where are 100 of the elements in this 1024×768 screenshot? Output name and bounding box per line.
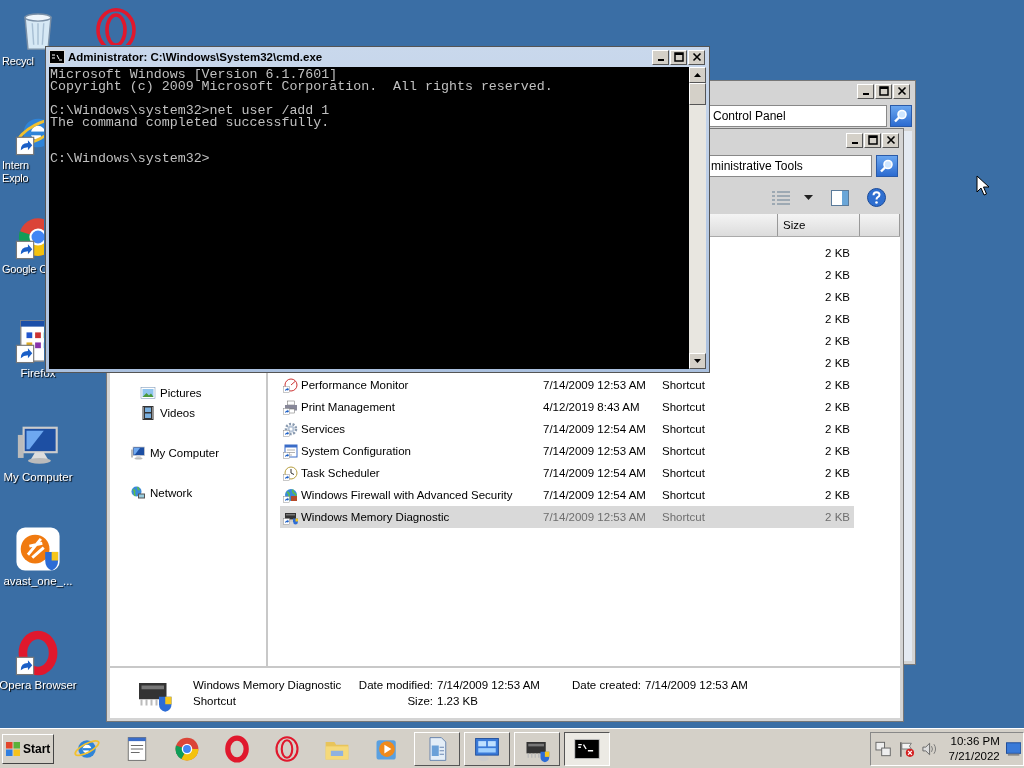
speaker-icon[interactable] xyxy=(921,739,939,758)
file-type: Shortcut xyxy=(662,489,705,501)
preview-pane-icon[interactable] xyxy=(831,189,849,206)
file-type: Shortcut xyxy=(662,467,705,479)
settings-window-icon xyxy=(283,443,299,459)
file-size: 2 KB xyxy=(825,445,850,457)
nav-item[interactable]: Videos xyxy=(110,403,266,423)
globe-icon xyxy=(283,487,299,503)
help-icon[interactable] xyxy=(867,188,886,207)
file-size: 2 KB xyxy=(825,357,850,369)
file-row[interactable]: Windows Memory Diagnostic 7/14/2009 12:53 AM Shortcut 2 KB xyxy=(280,506,854,528)
file-name: Windows Firewall with Advanced Security xyxy=(301,489,513,501)
file-date: 7/14/2009 12:53 AM xyxy=(543,445,646,457)
shield-app-icon[interactable] xyxy=(15,526,61,572)
arrow-down-icon[interactable] xyxy=(694,359,701,363)
o-ring-icon xyxy=(223,734,251,763)
file-type: Shortcut xyxy=(662,401,705,413)
file-row[interactable]: Services 7/14/2009 12:54 AM Shortcut 2 KB xyxy=(280,418,854,440)
minimize-icon xyxy=(657,59,664,61)
nav-item[interactable]: Pictures xyxy=(110,383,266,403)
details-value: 1.23 KB xyxy=(437,695,479,707)
close-button[interactable] xyxy=(893,83,910,99)
file-row[interactable]: Print Management 4/12/2019 8:43 AM Shortcut 2 KB xyxy=(280,396,854,418)
close-button[interactable] xyxy=(688,49,705,65)
file-date: 7/14/2009 12:54 AM xyxy=(543,467,646,479)
console-text: Microsoft Windows [Version 6.1.7601] Copyright (c) 2009 Microsoft Corporation. All rights reserved. C:\Windows\system32>net user /add 1 The command completed successfully. C:\Windows\system32> xyxy=(49,67,554,168)
clock-icon xyxy=(283,465,299,481)
icon-label: Opera Browser xyxy=(0,679,77,692)
o-ring-icon xyxy=(273,734,301,763)
gauge-icon xyxy=(283,377,299,393)
app-window-icon[interactable] xyxy=(15,318,44,364)
maximize-button[interactable] xyxy=(875,83,892,99)
details-label: Size: xyxy=(406,695,433,707)
minimize-icon xyxy=(851,142,858,144)
file-name: System Configuration xyxy=(301,445,411,457)
flag-alert-icon[interactable] xyxy=(898,739,916,758)
icon-label: Intern Explo xyxy=(1,159,29,185)
icon-label: Recycl xyxy=(1,55,34,68)
maximize-icon xyxy=(673,52,684,62)
address-bar[interactable]: ministrative Tools xyxy=(710,155,872,177)
file-name: Print Management xyxy=(301,401,395,413)
caret-icon[interactable] xyxy=(804,194,813,201)
file-row[interactable]: Windows Firewall with Advanced Security 7/14/2009 12:54 AM Shortcut 2 KB xyxy=(280,484,854,506)
details-label: Date modified: xyxy=(357,679,433,691)
gear-icon xyxy=(283,421,299,437)
show-desktop-icon[interactable] xyxy=(1005,741,1021,756)
file-size: 2 KB xyxy=(825,291,850,303)
file-size: 2 KB xyxy=(825,511,850,523)
start-button[interactable]: Start xyxy=(2,733,54,764)
image-icon xyxy=(140,385,156,401)
file-type: Shortcut xyxy=(662,423,705,435)
column-header[interactable]: Size xyxy=(778,214,860,236)
terminal-icon xyxy=(49,50,65,64)
file-date: 7/14/2009 12:53 AM xyxy=(543,379,646,391)
file-date: 7/14/2009 12:54 AM xyxy=(543,423,646,435)
address-bar[interactable]: Control Panel xyxy=(710,105,887,127)
minimize-button[interactable] xyxy=(652,49,669,65)
search-button[interactable] xyxy=(890,105,912,127)
taskbar-button[interactable] xyxy=(564,731,610,766)
details-label: Date created: xyxy=(570,679,641,691)
window-title: Administrator: C:\Windows\System32\cmd.exe xyxy=(68,51,324,63)
nav-item[interactable]: My Computer xyxy=(110,443,266,463)
file-row[interactable]: Task Scheduler 7/14/2009 12:54 AM Shortcut 2 KB xyxy=(280,462,854,484)
file-name: Windows Memory Diagnostic xyxy=(301,511,450,523)
maximize-button[interactable] xyxy=(670,49,687,65)
file-row[interactable]: Performance Monitor 7/14/2009 12:53 AM Shortcut 2 KB xyxy=(280,374,854,396)
file-size: 2 KB xyxy=(825,489,850,501)
arrow-up-icon[interactable] xyxy=(694,73,701,77)
network-icon[interactable] xyxy=(875,739,893,758)
file-size: 2 KB xyxy=(825,423,850,435)
scroll-thumb[interactable] xyxy=(689,83,706,105)
details-value: 7/14/2009 12:53 AM xyxy=(437,679,541,691)
file-type: Shortcut xyxy=(662,511,705,523)
maximize-icon xyxy=(867,135,878,145)
close-icon xyxy=(691,52,702,62)
details-type: Shortcut xyxy=(193,695,237,707)
file-size: 2 KB xyxy=(825,401,850,413)
file-row[interactable]: System Configuration 7/14/2009 12:53 AM Shortcut 2 KB xyxy=(280,440,854,462)
search-button[interactable] xyxy=(876,155,898,177)
maximize-button[interactable] xyxy=(864,132,881,148)
minimize-button[interactable] xyxy=(846,132,863,148)
close-icon xyxy=(885,135,896,145)
file-size: 2 KB xyxy=(825,335,850,347)
file-size: 2 KB xyxy=(825,269,850,281)
minimize-button[interactable] xyxy=(857,83,874,99)
computer-icon xyxy=(130,445,146,461)
file-type: Shortcut xyxy=(662,379,705,391)
close-button[interactable] xyxy=(882,132,899,148)
icon-label: My Computer xyxy=(3,471,73,484)
file-type: Shortcut xyxy=(662,445,705,457)
close-icon xyxy=(896,86,907,96)
clock[interactable]: 10:36 PM 7/21/2022 xyxy=(948,733,1000,764)
nav-item[interactable]: Network xyxy=(110,483,266,503)
minimize-icon xyxy=(862,93,869,95)
file-size: 2 KB xyxy=(825,467,850,479)
maximize-icon xyxy=(878,86,889,96)
file-name: Task Scheduler xyxy=(301,467,380,479)
file-date: 7/14/2009 12:54 AM xyxy=(543,489,646,501)
file-name: Performance Monitor xyxy=(301,379,409,391)
file-date: 4/12/2019 8:43 AM xyxy=(543,401,640,413)
